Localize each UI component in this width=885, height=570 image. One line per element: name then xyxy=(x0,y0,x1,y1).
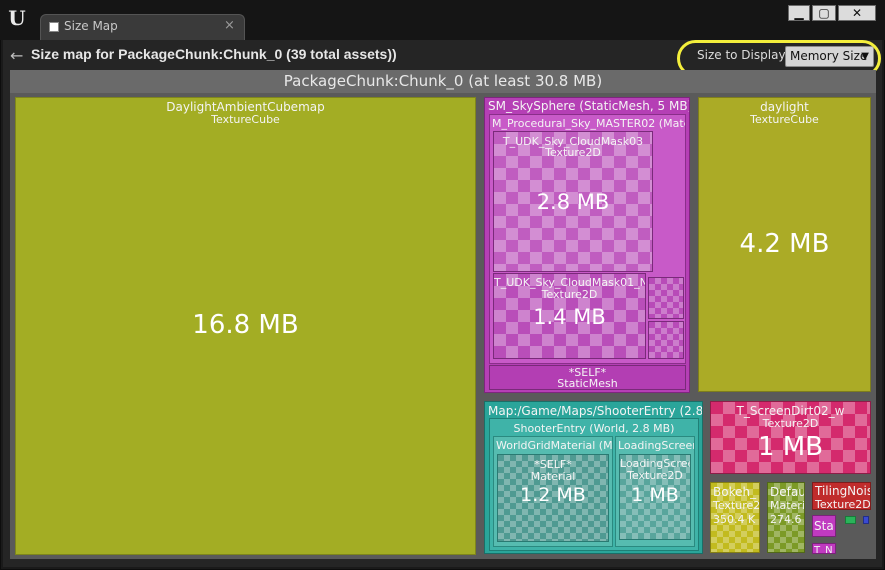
cell-title: M_Procedural_Sky_MASTER02 (Material xyxy=(492,117,685,130)
treemap-cell-loading-screen-texture[interactable]: LoadingScree Texture2D 1 MB xyxy=(619,454,691,540)
cell-size: 1.2 MB xyxy=(520,484,586,506)
cell-size: 1.4 MB xyxy=(533,305,606,329)
cell-type: Texture2D xyxy=(545,146,601,159)
close-window-button[interactable]: ✕ xyxy=(838,5,876,21)
treemap-cell-t-n[interactable]: T_N xyxy=(812,543,836,554)
unreal-logo-icon: U xyxy=(8,6,26,30)
treemap-cell-tiny-blue[interactable] xyxy=(863,516,869,524)
treemap-cell-cloudmask01[interactable]: T_UDK_Sky_CloudMask01_N Texture2D 1.4 MB xyxy=(493,273,646,359)
cell-title: SM_SkySphere (StaticMesh, 5 MB) xyxy=(488,99,690,113)
cell-size: 16.8 MB xyxy=(192,310,299,340)
treemap-cell-daylight-ambient-cubemap[interactable]: DaylightAmbientCubemap TextureCube 16.8 … xyxy=(15,97,476,555)
cell-type: Texture2D xyxy=(541,288,598,301)
treemap-cell-worldgrid-self[interactable]: *SELF* Material 1.2 MB xyxy=(497,454,609,542)
cell-type: Materi xyxy=(770,499,805,512)
cell-type: StaticMesh xyxy=(557,377,618,390)
treemap-cell-tiny-green[interactable] xyxy=(845,516,856,524)
cell-title: Sta xyxy=(814,519,834,533)
treemap-cell-cloudmask03[interactable]: T_UDK_Sky_CloudMask03 Texture2D 2.8 MB xyxy=(493,131,653,272)
treemap-root-title[interactable]: PackageChunk:Chunk_0 (at least 30.8 MB) xyxy=(10,70,876,93)
back-arrow-icon[interactable]: ← xyxy=(10,46,23,65)
treemap-cell-screendirt[interactable]: T_ScreenDirt02_w Texture2D 1 MB xyxy=(710,401,871,474)
cell-type: TextureCube xyxy=(211,113,280,126)
maximize-button[interactable]: ▢ xyxy=(812,5,836,21)
cell-size: 1 MB xyxy=(757,432,824,462)
cell-size: 350.4 K xyxy=(713,513,756,526)
treemap-cell-sta[interactable]: Sta xyxy=(812,515,836,537)
tab-label: Size Map xyxy=(64,19,118,33)
treemap-cell-small-texture[interactable] xyxy=(648,277,684,319)
cell-title: TilingNois xyxy=(815,484,871,498)
cell-type: Texture2D xyxy=(762,417,819,430)
cell-type: Texture2D xyxy=(815,498,871,510)
page-title: Size map for PackageChunk:Chunk_0 (39 to… xyxy=(31,46,397,62)
treemap-cell-default-material[interactable]: Defau Materi 274.6 xyxy=(767,482,805,553)
cell-title: Bokeh_ xyxy=(713,485,757,499)
cell-size: 2.8 MB xyxy=(536,190,610,214)
cell-title: Map:/Game/Maps/ShooterEntry (2.8 xyxy=(488,404,703,418)
cell-title: ShooterEntry (World, 2.8 MB) xyxy=(513,422,675,435)
treemap-cell-small-texture[interactable] xyxy=(648,321,684,359)
cell-title: Defau xyxy=(770,485,805,499)
treemap-cell-daylight[interactable]: daylight TextureCube 4.2 MB xyxy=(698,97,871,392)
cell-title: T_N xyxy=(814,545,833,554)
cell-type: Texture2 xyxy=(713,499,760,512)
treemap-cell-tilingnoise[interactable]: TilingNois Texture2D xyxy=(812,482,871,510)
cell-type: Texture2D xyxy=(627,469,683,482)
cell-size: 4.2 MB xyxy=(739,229,830,259)
tab-close-icon[interactable]: × xyxy=(224,18,235,33)
cell-title: LoadingScreen xyxy=(618,439,695,452)
tab-document-icon xyxy=(49,22,59,32)
cell-type: Material xyxy=(530,470,576,483)
cell-type: TextureCube xyxy=(750,113,819,126)
cell-title: WorldGridMaterial (Mat xyxy=(496,439,613,452)
treemap-cell-bokeh[interactable]: Bokeh_ Texture2 350.4 K xyxy=(710,482,760,553)
cell-size: 1 MB xyxy=(631,484,679,506)
cell-size: 274.6 xyxy=(770,513,802,526)
minimize-button[interactable]: ▁ xyxy=(788,5,810,21)
treemap-cell-skysphere-self[interactable]: *SELF* StaticMesh xyxy=(489,365,686,390)
